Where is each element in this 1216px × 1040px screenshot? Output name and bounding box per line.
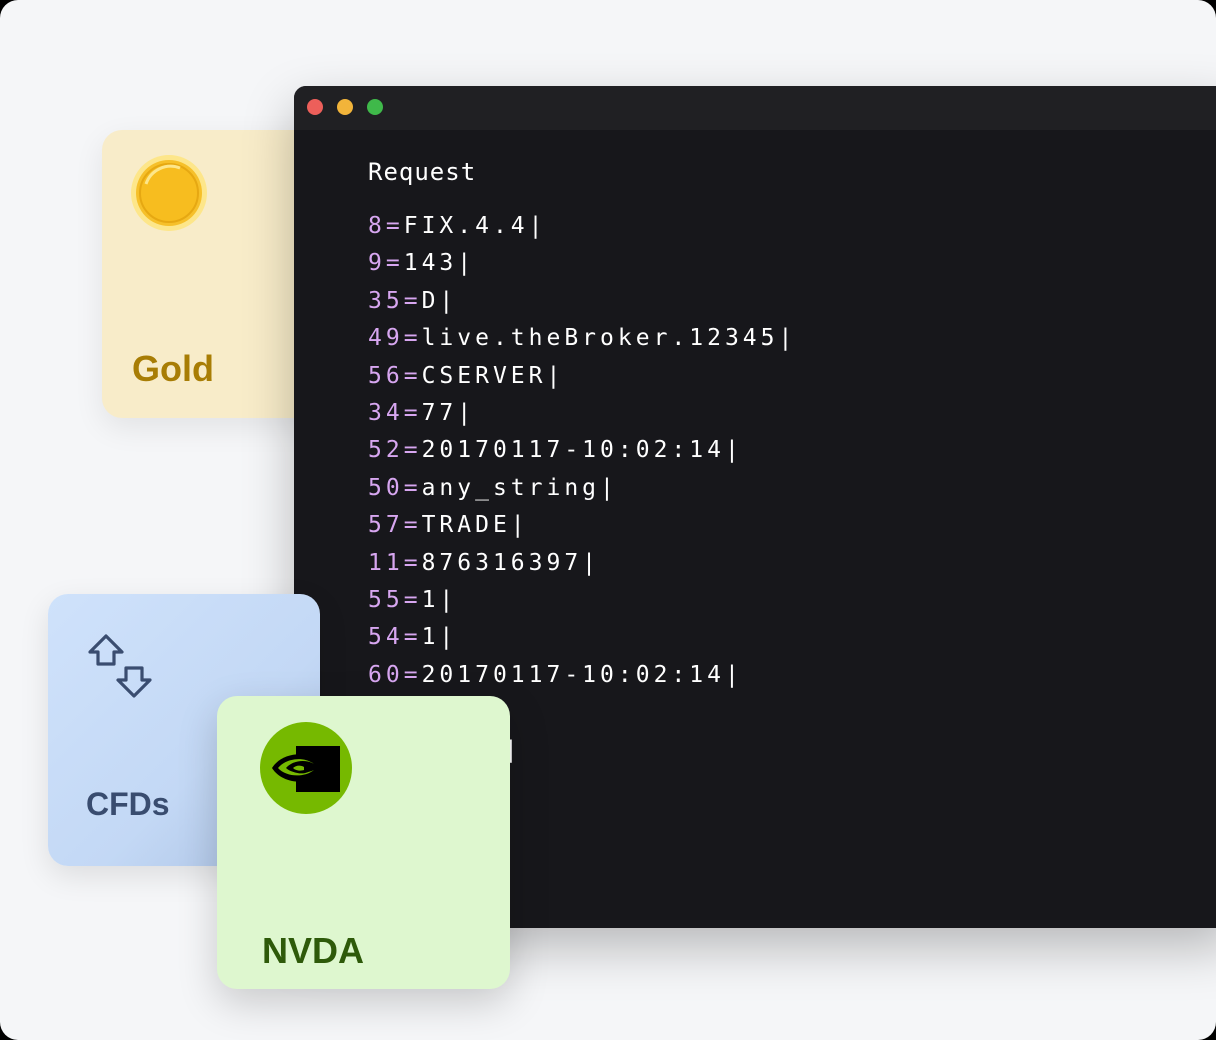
fix-equals: = xyxy=(403,287,422,314)
fix-tag: 57 xyxy=(368,512,404,539)
fix-equals: = xyxy=(385,250,404,277)
fix-equals: = xyxy=(403,624,422,651)
fix-message: Request 8=FIX.4.4| 9=143| 35=D| 49=live.the… xyxy=(368,158,796,769)
fix-value: 1| xyxy=(421,624,458,651)
fix-tag: 60 xyxy=(368,661,404,688)
fix-value: 77| xyxy=(421,400,476,427)
fix-value: 20170117-10:02:14| xyxy=(421,661,743,688)
cfds-label: CFDs xyxy=(86,786,170,822)
fix-field-line: 56=CSERVER| xyxy=(368,358,796,395)
minimize-window-button[interactable] xyxy=(337,99,353,115)
fix-value: 1| xyxy=(421,587,458,614)
fix-value: TRADE| xyxy=(421,512,529,539)
maximize-window-button[interactable] xyxy=(367,99,383,115)
fix-equals: = xyxy=(403,437,422,464)
fix-tag: 52 xyxy=(368,437,404,464)
fix-value: D| xyxy=(421,287,458,314)
fix-field-line: 55=1| xyxy=(368,582,796,619)
fix-equals: = xyxy=(385,213,404,239)
request-heading: Request xyxy=(368,158,477,186)
fix-equals: = xyxy=(403,661,422,688)
illustration-frame: Gold Request 8=FIX.4.4| 9=143| 35=D| 49=liv… xyxy=(0,0,1216,1040)
fix-equals: = xyxy=(403,512,422,539)
fix-tag: 35 xyxy=(368,287,404,314)
fix-value: CSERVER| xyxy=(421,362,565,389)
nvda-label: NVDA xyxy=(262,930,365,971)
fix-value: 20170117-10:02:14| xyxy=(421,437,743,464)
fix-equals: = xyxy=(403,587,422,614)
fix-equals: = xyxy=(403,474,422,501)
close-window-button[interactable] xyxy=(307,99,323,115)
fix-equals: = xyxy=(403,362,422,389)
fix-field-line: 60=20170117-10:02:14| xyxy=(368,657,796,694)
fix-field-line: 52=20170117-10:02:14| xyxy=(368,432,796,469)
fix-tag: 9 xyxy=(368,250,386,277)
fix-tag: 8 xyxy=(368,213,386,239)
fix-field-line: 49=live.theBroker.12345| xyxy=(368,320,796,357)
fix-message-lines: 8=FIX.4.4| 9=143| 35=D| 49=live.theBroker.1… xyxy=(368,208,796,769)
fix-value: live.theBroker.12345| xyxy=(421,325,797,352)
fix-tag: 49 xyxy=(368,325,404,352)
fix-value: 876316397| xyxy=(421,549,601,576)
fix-field-line: 34=77| xyxy=(368,395,796,432)
fix-field-line: 57=TRADE| xyxy=(368,507,796,544)
nvidia-logo-icon xyxy=(260,722,352,814)
nvda-card: NVDA xyxy=(217,696,510,989)
fix-field-line: 54=1| xyxy=(368,619,796,656)
fix-field-line: 8=FIX.4.4| xyxy=(368,208,796,245)
fix-field-line: 50=any_string| xyxy=(368,470,796,507)
fix-tag: 55 xyxy=(368,587,404,614)
fix-field-line: 11=876316397| xyxy=(368,545,796,582)
fix-equals: = xyxy=(403,400,422,427)
swap-arrows-icon xyxy=(88,634,152,698)
fix-tag: 50 xyxy=(368,474,404,501)
gold-coin-icon xyxy=(131,155,207,231)
fix-field-line: 35=D| xyxy=(368,283,796,320)
fix-equals: = xyxy=(403,549,422,576)
fix-tag: 56 xyxy=(368,362,404,389)
fix-tag: 54 xyxy=(368,624,404,651)
fix-value: FIX.4.4| xyxy=(403,213,547,239)
gold-label: Gold xyxy=(132,348,214,389)
fix-value: any_string| xyxy=(421,474,618,501)
fix-tag: 34 xyxy=(368,400,404,427)
fix-tag: 11 xyxy=(368,549,404,576)
fix-equals: = xyxy=(403,325,422,352)
fix-value: 143| xyxy=(403,250,476,277)
fix-field-line: 9=143| xyxy=(368,245,796,282)
terminal-titlebar xyxy=(294,86,1216,130)
